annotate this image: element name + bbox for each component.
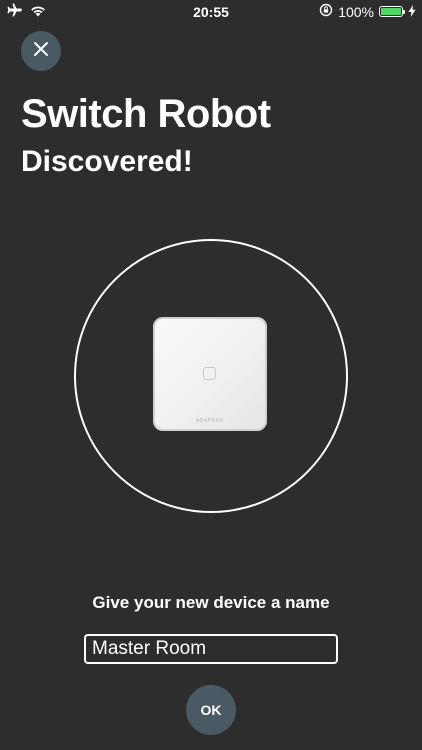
close-button[interactable] xyxy=(21,31,61,71)
device-button-icon xyxy=(203,367,216,380)
close-icon xyxy=(33,41,49,62)
name-prompt: Give your new device a name xyxy=(92,593,330,612)
battery-icon xyxy=(379,6,405,17)
page-subtitle: Discovered! xyxy=(21,145,193,178)
ok-button[interactable]: OK xyxy=(186,685,236,735)
page-title: Switch Robot xyxy=(21,92,271,136)
orientation-lock-icon xyxy=(319,3,333,20)
battery-fill xyxy=(381,8,401,15)
charging-icon xyxy=(408,4,416,20)
status-right: 100% xyxy=(319,3,416,20)
device-brand-label: ADAPROX xyxy=(196,418,224,424)
battery-percent: 100% xyxy=(338,3,374,20)
battery-cap xyxy=(403,10,405,14)
status-bar: 20:55 100% xyxy=(0,0,422,22)
device-name-input[interactable] xyxy=(84,634,338,664)
device-image: ADAPROX xyxy=(153,317,267,431)
